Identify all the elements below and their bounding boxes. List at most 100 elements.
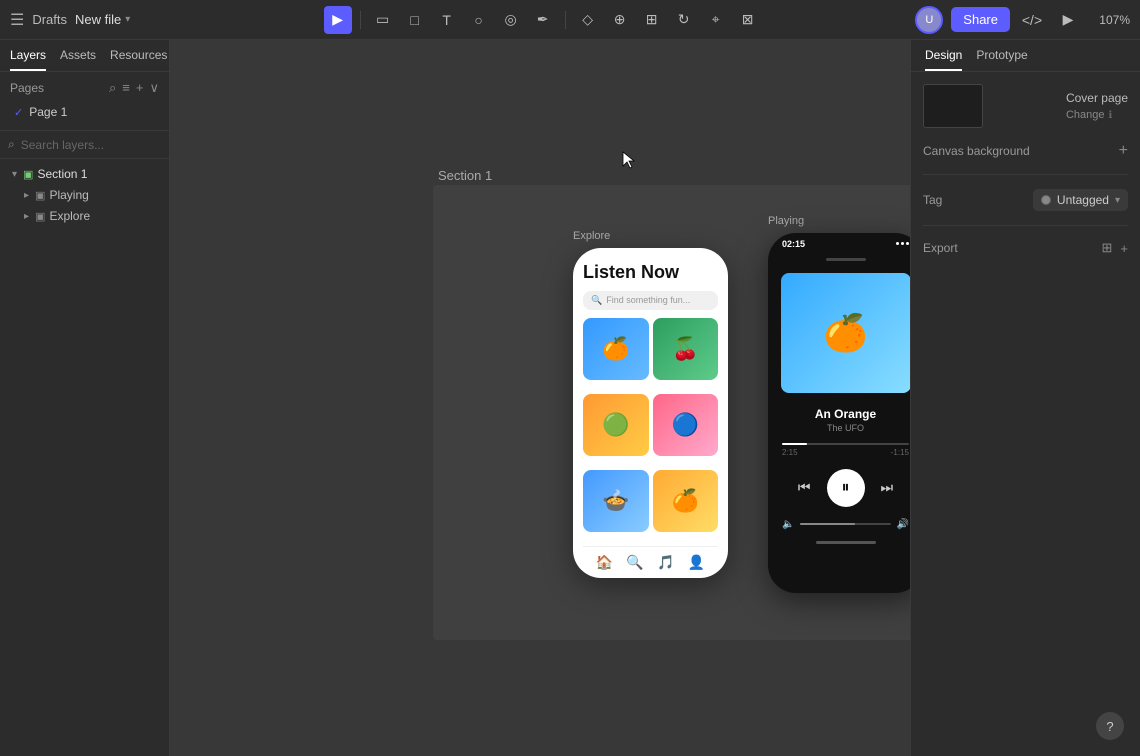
grid-image-5: 🍲 — [583, 470, 649, 532]
export-section: Export ⊞ + — [923, 240, 1128, 256]
file-name-label: New file — [75, 12, 121, 27]
explore-search-placeholder: Find something fun... — [606, 295, 690, 305]
nav-search-icon[interactable]: 🔍 — [626, 554, 643, 571]
fast-forward-button[interactable]: ⏭ — [881, 479, 894, 496]
top-toolbar: ☰ Drafts New file ▾ ▶ ▭ □ T ○ ◎ ✒ ◇ ⊕ ⊞ … — [0, 0, 1140, 40]
explore-grid: 🍊 🍒 🟢 🔵 🍲 — [583, 318, 718, 542]
explore-title: Listen Now — [583, 262, 718, 283]
notch-area — [768, 255, 910, 265]
tool-pen[interactable]: ✒ — [529, 6, 557, 34]
tab-assets[interactable]: Assets — [60, 48, 96, 71]
drafts-label[interactable]: Drafts — [32, 12, 67, 27]
layer-section1[interactable]: ▾ ▣ Section 1 — [4, 164, 165, 184]
tool-rect[interactable]: □ — [401, 6, 429, 34]
cover-change-label: Change — [1066, 109, 1105, 121]
page-item-page1[interactable]: ✓ Page 1 — [10, 102, 159, 122]
canvas-bg-add-button[interactable]: + — [1119, 142, 1128, 160]
layers-tree: ▾ ▣ Section 1 ▸ ▣ Playing ▸ ▣ Explore — [0, 159, 169, 756]
tool-rotate[interactable]: ↻ — [670, 6, 698, 34]
track-title: An Orange — [774, 407, 910, 421]
layers-search-input[interactable] — [21, 138, 176, 152]
volume-bar[interactable] — [800, 523, 890, 525]
tag-dropdown[interactable]: Untagged ▾ — [1033, 189, 1128, 211]
progress-section: 2:15 -1:15 — [768, 439, 910, 461]
tag-chevron-icon: ▾ — [1115, 195, 1120, 206]
grid-cell-3: 🟢 — [583, 394, 649, 456]
layer-explore-label: Explore — [49, 209, 90, 223]
grid-image-2: 🍒 — [653, 318, 719, 380]
cover-page-label: Cover page — [1066, 91, 1128, 105]
explore-search-bar: 🔍 Find something fun... — [583, 291, 718, 310]
layer-explore[interactable]: ▸ ▣ Explore — [4, 206, 165, 226]
playing-frame-wrapper: Playing 02:15 — [768, 233, 910, 593]
grid-image-1: 🍊 — [583, 318, 649, 380]
tool-link[interactable]: ⌖ — [702, 6, 730, 34]
tag-section: Tag Untagged ▾ — [923, 189, 1128, 211]
home-bar — [816, 541, 876, 544]
rewind-button[interactable]: ⏮ — [798, 479, 811, 496]
pages-more-icon[interactable]: ∨ — [149, 80, 159, 96]
volume-high-icon: 🔊 — [897, 519, 909, 530]
tool-select[interactable]: ▶ — [324, 6, 352, 34]
playing-phone-mockup[interactable]: 02:15 🍊 — [768, 233, 910, 593]
share-button[interactable]: Share — [951, 7, 1010, 32]
pause-button[interactable]: ⏸ — [827, 469, 865, 507]
explore-expand-arrow: ▸ — [24, 211, 29, 222]
tab-resources[interactable]: Resources — [110, 48, 167, 71]
explore-search-icon: 🔍 — [591, 295, 602, 306]
layer-playing[interactable]: ▸ ▣ Playing — [4, 185, 165, 205]
zoom-level[interactable]: 107% — [1090, 13, 1130, 27]
nav-profile-icon[interactable]: 👤 — [688, 554, 705, 571]
tag-label: Tag — [923, 193, 942, 207]
tab-design[interactable]: Design — [925, 48, 962, 71]
canvas-area[interactable]: Section 1 Explore Listen Now 🔍 Find some… — [170, 40, 910, 756]
grid-cell-1: 🍊 — [583, 318, 649, 380]
export-settings-icon[interactable]: ⊞ — [1102, 240, 1113, 256]
home-indicator — [768, 534, 910, 552]
tool-transform[interactable]: ⊠ — [734, 6, 762, 34]
tool-shapes[interactable]: ◇ — [574, 6, 602, 34]
frame-icon: ▣ — [35, 189, 45, 202]
help-button[interactable]: ? — [1096, 712, 1124, 740]
pages-collapse-icon[interactable]: ≡ — [122, 80, 130, 96]
nav-music-icon[interactable]: 🎵 — [657, 554, 674, 571]
file-name-button[interactable]: New file ▾ — [75, 12, 130, 27]
grid-cell-4: 🔵 — [653, 394, 719, 456]
layers-search-bar: ⌕ ⊟ — [0, 131, 169, 159]
explore-frame-label: Explore — [573, 230, 610, 242]
explore-frame-icon: ▣ — [35, 210, 45, 223]
nav-home-icon[interactable]: 🏠 — [596, 554, 613, 571]
tool-ellipse[interactable]: ○ — [465, 6, 493, 34]
volume-fill — [800, 523, 854, 525]
divider-1 — [923, 174, 1128, 175]
pages-search-icon[interactable]: ⌕ — [109, 80, 116, 96]
menu-icon[interactable]: ☰ — [10, 10, 24, 30]
layer-playing-label: Playing — [49, 188, 88, 202]
pages-add-icon[interactable]: + — [136, 80, 144, 96]
play-button[interactable]: ▶ — [1054, 6, 1082, 34]
track-info: An Orange The UFO — [768, 401, 910, 439]
tool-search-shape[interactable]: ◎ — [497, 6, 525, 34]
toolbar-right: U Share </> ▶ 107% — [915, 6, 1130, 34]
grid-cell-6: 🍊 — [653, 470, 719, 532]
cover-info-icon: ℹ — [1109, 110, 1113, 121]
explore-frame-wrapper: Explore Listen Now 🔍 Find something fun.… — [573, 248, 728, 578]
tool-blend[interactable]: ⊕ — [606, 6, 634, 34]
file-dropdown-icon: ▾ — [125, 14, 130, 25]
cover-change-button[interactable]: Change ℹ — [1066, 109, 1128, 121]
cover-info: Cover page Change ℹ — [1066, 91, 1128, 121]
canvas-background-section: Canvas background + — [923, 142, 1128, 160]
app-section: Drafts — [32, 12, 67, 27]
code-button[interactable]: </> — [1018, 6, 1046, 34]
tab-prototype[interactable]: Prototype — [976, 48, 1027, 71]
main-area: Layers Assets Resources Pages ⌕ ≡ + ∨ ✓ … — [0, 40, 1140, 756]
export-add-icon[interactable]: + — [1120, 241, 1128, 256]
progress-bar[interactable] — [782, 443, 909, 445]
explore-phone-mockup[interactable]: Listen Now 🔍 Find something fun... 🍊 🍒 — [573, 248, 728, 578]
tool-crop[interactable]: ⊞ — [638, 6, 666, 34]
tab-layers[interactable]: Layers — [10, 48, 46, 71]
divider-2 — [923, 225, 1128, 226]
tool-frame[interactable]: ▭ — [369, 6, 397, 34]
tool-text[interactable]: T — [433, 6, 461, 34]
pages-section: Pages ⌕ ≡ + ∨ ✓ Page 1 — [0, 72, 169, 131]
